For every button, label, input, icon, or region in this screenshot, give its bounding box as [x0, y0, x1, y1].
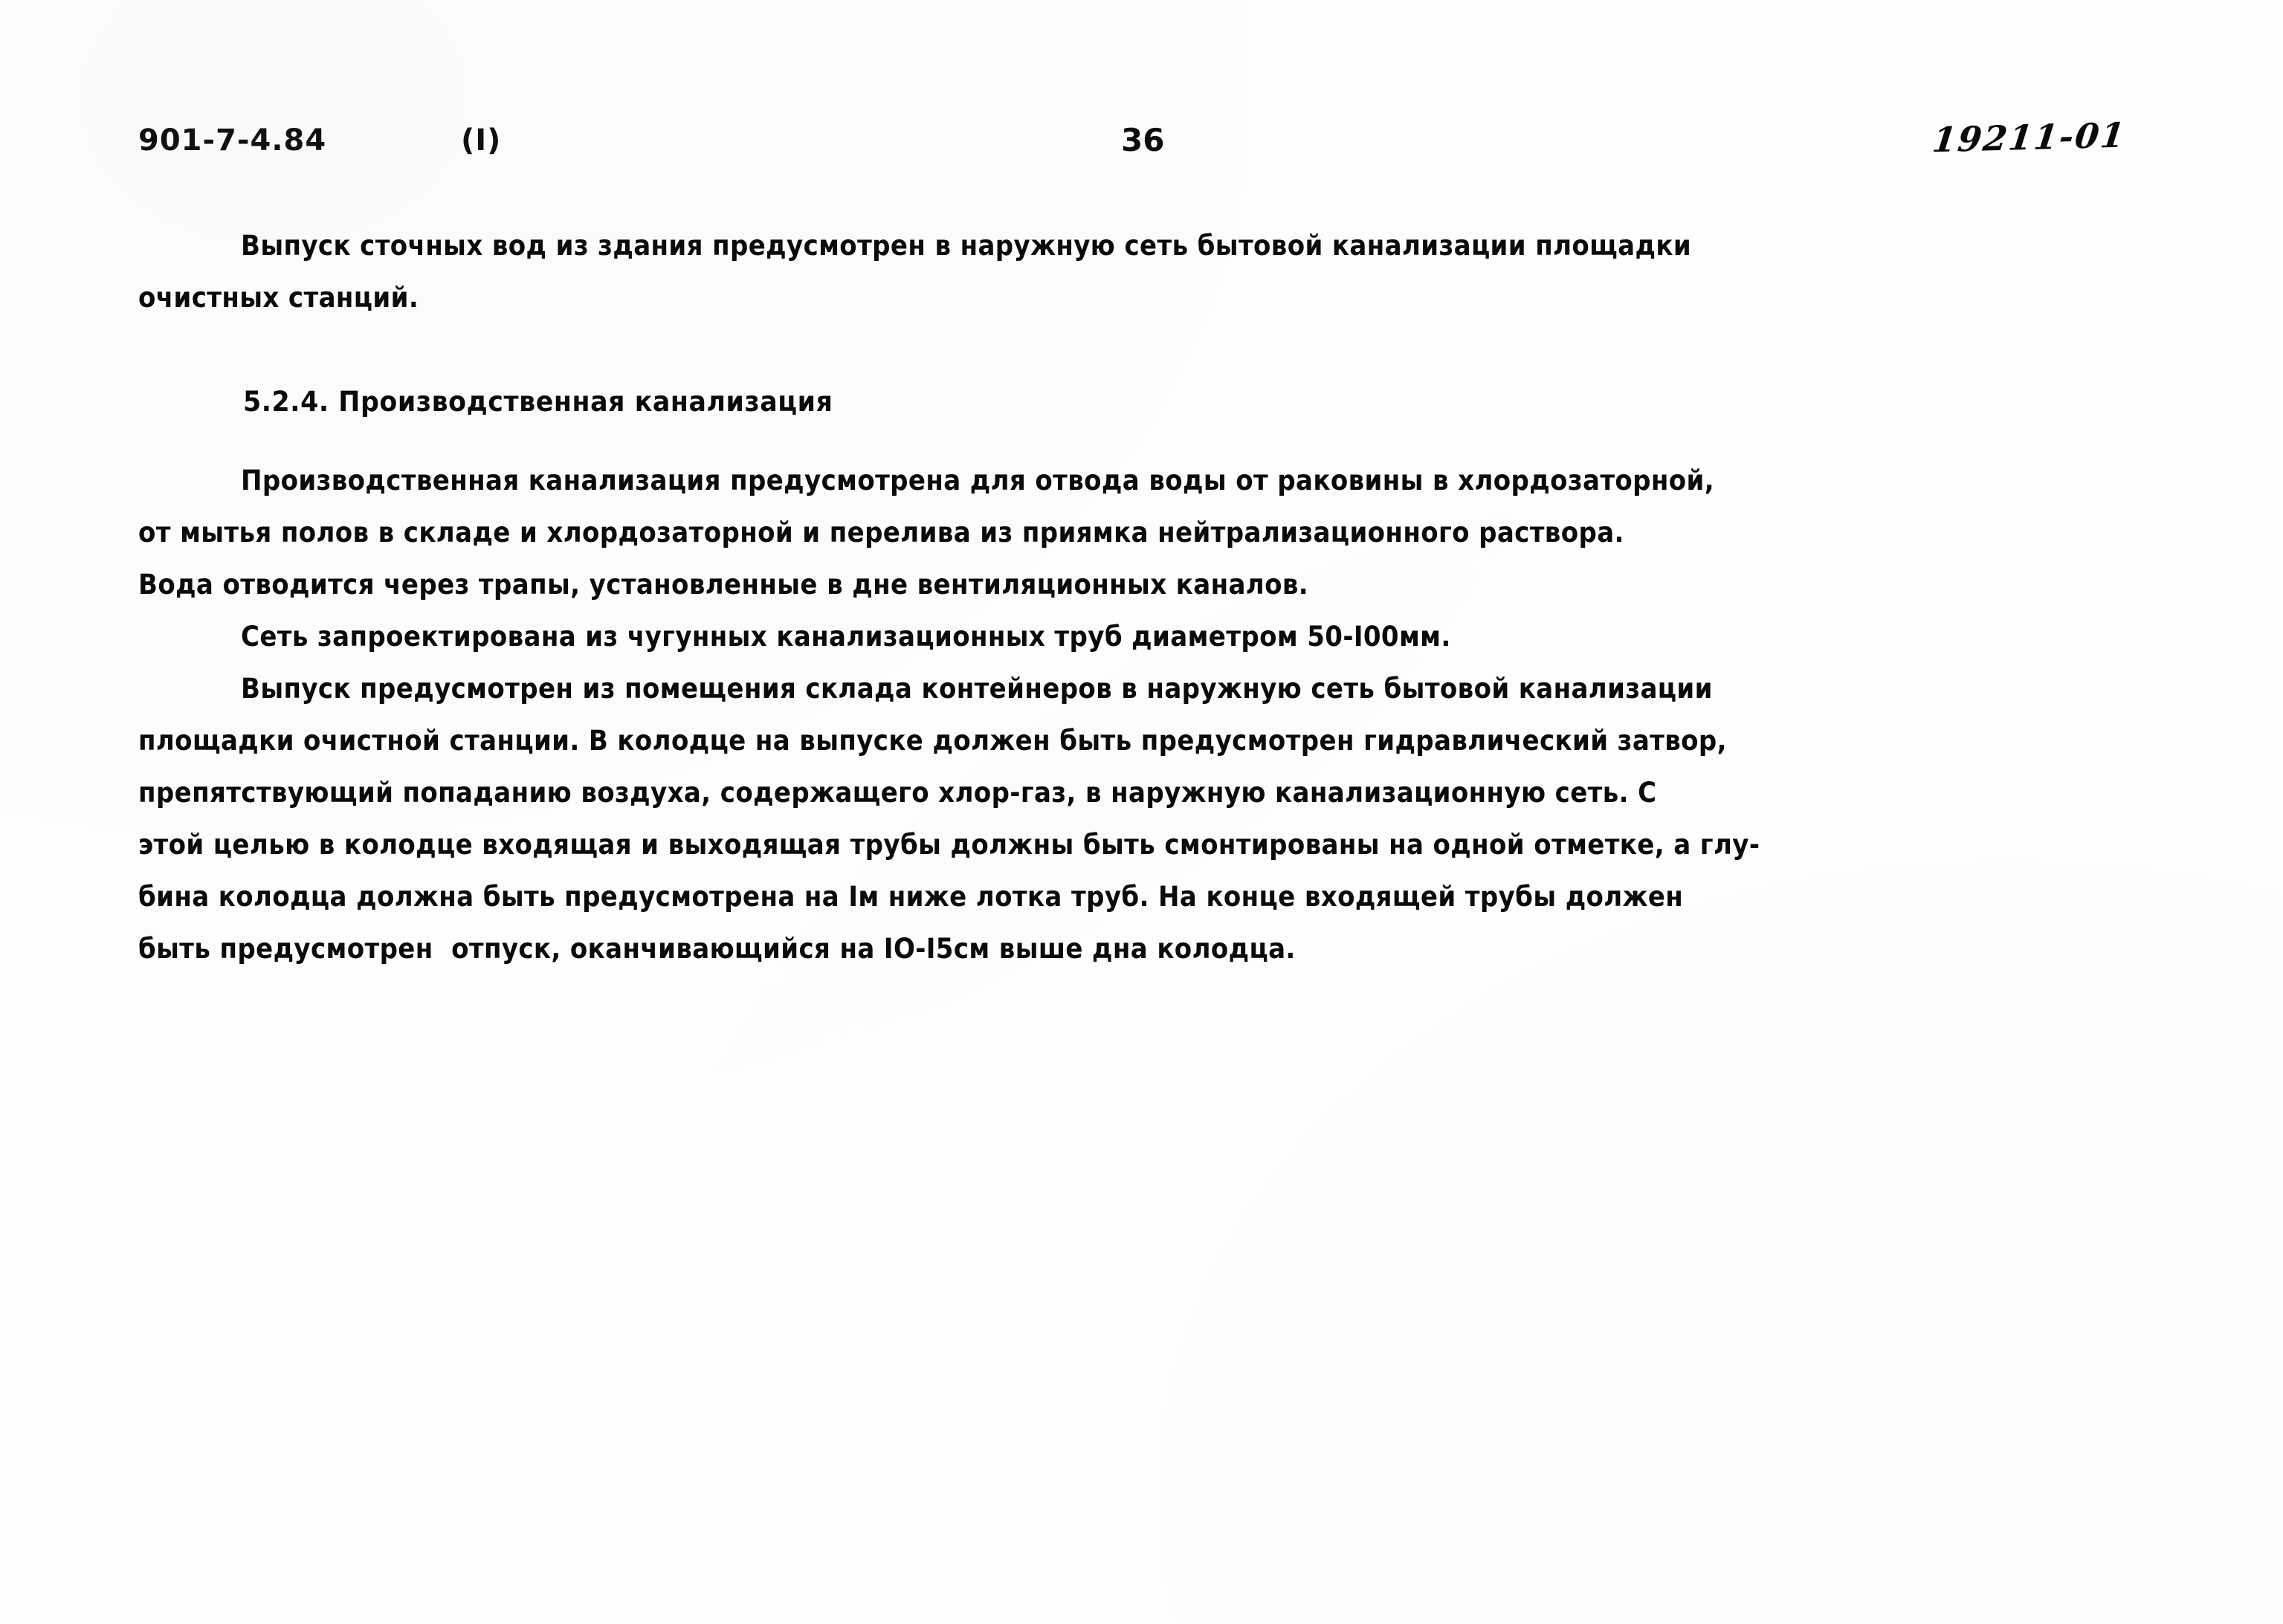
text-line: от мытья полов в складе и хлордозаторной…	[138, 517, 1624, 549]
text-line: Выпуск предусмотрен из помещения склада …	[241, 673, 1713, 705]
page-number: 36	[1121, 122, 1165, 158]
section-heading-5-2-4: 5.2.4. Производственная канализация	[243, 386, 833, 418]
text-line: этой целью в колодце входящая и выходяща…	[138, 829, 1760, 861]
document-part-label: (I)	[461, 123, 502, 158]
text-line: препятствующий попаданию воздуха, содерж…	[138, 777, 1657, 809]
text-line: Выпуск сточных вод из здания предусмотре…	[241, 230, 1692, 262]
text-line: быть предусмотрен отпуск, оканчивающийся…	[138, 933, 1296, 965]
paragraph-industrial-sewerage: Производственная канализация предусмотре…	[138, 455, 2145, 611]
text-line: Сеть запроектирована из чугунных канализ…	[241, 621, 1451, 653]
text-line: площадки очистной станции. В колодце на …	[138, 725, 1727, 757]
text-line: очистных станций.	[138, 282, 419, 314]
heading-spacer	[138, 428, 2145, 455]
paragraph-outlet-from-container-store: Выпуск предусмотрен из помещения склада …	[138, 663, 2145, 975]
text-line: бина колодца должна быть предусмотрена н…	[138, 881, 1684, 913]
text-line: Вода отводится через трапы, установленны…	[138, 569, 1309, 601]
document-body: Выпуск сточных вод из здания предусмотре…	[138, 220, 2145, 975]
scanned-document-page: 901-7-4.84 (I) 36 19211-01 Выпуск сточны…	[0, 0, 2283, 1624]
page-header: 901-7-4.84 (I) 36 19211-01	[0, 111, 2283, 193]
paragraph-pipe-spec: Сеть запроектирована из чугунных канализ…	[138, 611, 2145, 663]
text-line: Производственная канализация предусмотре…	[241, 465, 1715, 496]
paragraph-outlet-to-sewer: Выпуск сточных вод из здания предусмотре…	[138, 220, 2145, 324]
document-code: 901-7-4.84	[138, 123, 327, 158]
handwritten-annotation: 19211-01	[1930, 114, 2128, 161]
